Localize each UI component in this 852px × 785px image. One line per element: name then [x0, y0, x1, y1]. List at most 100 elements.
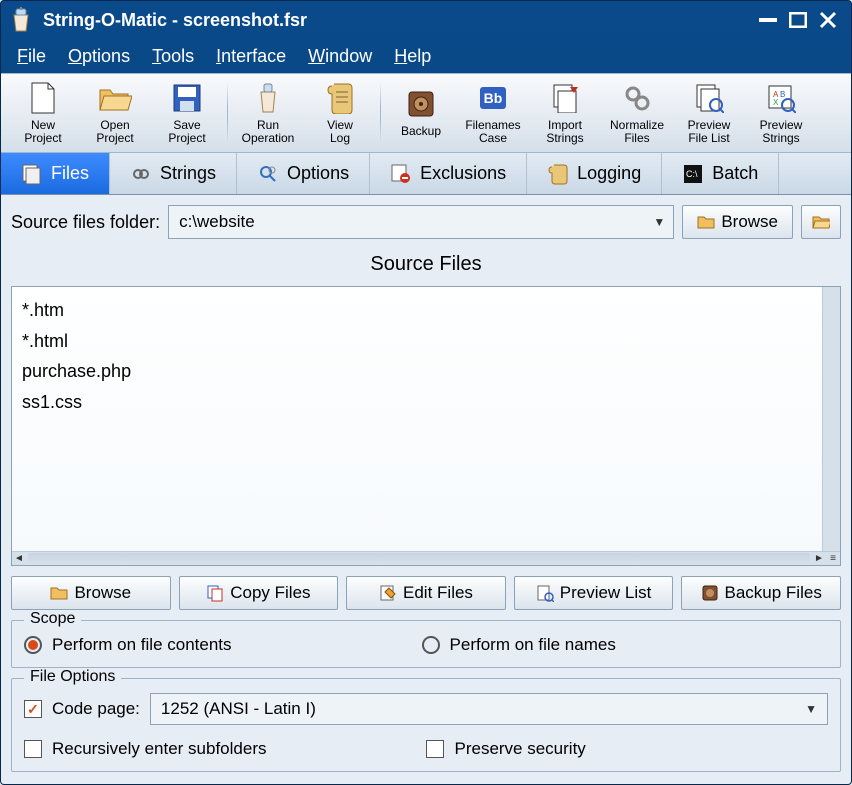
toolbar-preview-strings[interactable]: ABX Preview Strings	[745, 75, 817, 151]
preview-list-icon	[692, 81, 726, 115]
menu-file[interactable]: File	[9, 42, 54, 71]
chain-icon	[130, 163, 152, 185]
files-icon	[21, 163, 43, 185]
file-options-legend: File Options	[24, 668, 121, 686]
scroll-left-icon[interactable]: ◄	[12, 552, 26, 566]
preview-list-button[interactable]: Preview List	[514, 576, 674, 610]
preview-strings-icon: ABX	[764, 81, 798, 115]
preview-icon	[536, 584, 554, 602]
chevron-down-icon: ▼	[653, 215, 665, 229]
grip-icon: ≡	[826, 552, 840, 566]
tab-exclusions[interactable]: Exclusions	[370, 153, 527, 194]
gear-search-icon	[257, 163, 279, 185]
radio-icon	[24, 636, 42, 654]
toolbar-save-project[interactable]: Save Project	[151, 75, 223, 151]
list-item[interactable]: *.html	[22, 326, 812, 357]
backup-icon	[701, 584, 719, 602]
browse-folder-button[interactable]: Browse	[682, 205, 793, 239]
checkbox-icon	[24, 740, 42, 758]
menu-options[interactable]: Options	[60, 42, 138, 71]
menu-tools[interactable]: Tools	[144, 42, 202, 71]
maximize-button[interactable]	[783, 7, 813, 33]
checkbox-recursive[interactable]: Recursively enter subfolders	[24, 739, 266, 759]
new-project-icon	[26, 81, 60, 115]
list-item[interactable]: ss1.css	[22, 387, 812, 418]
copy-icon	[206, 584, 224, 602]
list-item[interactable]: purchase.php	[22, 356, 812, 387]
source-folder-combo[interactable]: c:\website ▼	[168, 205, 674, 239]
menu-interface[interactable]: Interface	[208, 42, 294, 71]
toolbar-open-project[interactable]: Open Project	[79, 75, 151, 151]
scroll-icon	[547, 163, 569, 185]
source-folder-label: Source files folder:	[11, 212, 160, 233]
app-icon	[9, 6, 33, 34]
vertical-scrollbar[interactable]	[822, 287, 840, 551]
file-actions-row: Browse Copy Files Edit Files Preview Lis…	[11, 576, 841, 610]
folder-open-icon	[812, 213, 830, 231]
safe-icon	[404, 87, 438, 121]
scroll-icon	[323, 81, 357, 115]
folder-icon	[50, 584, 68, 602]
folder-open-button[interactable]	[801, 205, 841, 239]
terminal-icon: C:\	[682, 163, 704, 185]
tab-strings[interactable]: Strings	[110, 153, 237, 194]
file-list-body[interactable]: *.htm *.html purchase.php ss1.css	[12, 287, 822, 551]
tab-files[interactable]: Files	[1, 153, 110, 194]
chevron-down-icon: ▼	[805, 702, 817, 716]
tab-options[interactable]: Options	[237, 153, 370, 194]
edit-files-button[interactable]: Edit Files	[346, 576, 506, 610]
svg-text:C:\: C:\	[686, 169, 698, 179]
svg-text:Bb: Bb	[484, 90, 503, 106]
svg-text:X: X	[773, 98, 779, 107]
svg-text:B: B	[780, 90, 785, 99]
edit-icon	[379, 584, 397, 602]
source-files-list: *.htm *.html purchase.php ss1.css ◄ ► ≡	[11, 286, 841, 566]
toolbar-backup[interactable]: Backup	[385, 75, 457, 151]
checkbox-icon	[426, 740, 444, 758]
save-icon	[170, 81, 204, 115]
toolbar-new-project[interactable]: New Project	[7, 75, 79, 151]
radio-file-names[interactable]: Perform on file names	[422, 635, 616, 655]
toolbar-filenames-case[interactable]: Bb Filenames Case	[457, 75, 529, 151]
scope-legend: Scope	[24, 610, 81, 628]
toolbar-import-strings[interactable]: Import Strings	[529, 75, 601, 151]
scroll-right-icon[interactable]: ►	[812, 552, 826, 566]
tab-batch[interactable]: C:\ Batch	[662, 153, 779, 194]
toolbar-separator	[227, 83, 228, 143]
checkbox-code-page[interactable]	[24, 700, 42, 718]
checkbox-preserve-security[interactable]: Preserve security	[426, 739, 585, 759]
code-page-combo[interactable]: 1252 (ANSI - Latin I) ▼	[150, 693, 828, 725]
window-title: String-O-Matic - screenshot.fsr	[43, 10, 753, 31]
source-folder-row: Source files folder: c:\website ▼ Browse	[11, 205, 841, 239]
toolbar: New Project Open Project Save Project Ru…	[1, 73, 851, 153]
radio-file-contents[interactable]: Perform on file contents	[24, 635, 232, 655]
toolbar-view-log[interactable]: View Log	[304, 75, 376, 151]
tab-logging[interactable]: Logging	[527, 153, 662, 194]
run-icon	[251, 81, 285, 115]
minimize-button[interactable]	[753, 7, 783, 33]
app-window: String-O-Matic - screenshot.fsr File Opt…	[0, 0, 852, 785]
toolbar-run-operation[interactable]: Run Operation	[232, 75, 304, 151]
case-icon: Bb	[476, 81, 510, 115]
open-folder-icon	[98, 81, 132, 115]
toolbar-separator	[380, 83, 381, 143]
folder-icon	[697, 213, 715, 231]
browse-files-button[interactable]: Browse	[11, 576, 171, 610]
client-area: Source files folder: c:\website ▼ Browse…	[1, 195, 851, 784]
scope-fieldset: Scope Perform on file contents Perform o…	[11, 620, 841, 668]
horizontal-scrollbar[interactable]: ◄ ► ≡	[12, 551, 840, 565]
menu-window[interactable]: Window	[300, 42, 380, 71]
list-item[interactable]: *.htm	[22, 295, 812, 326]
menu-bar: File Options Tools Interface Window Help	[1, 39, 851, 73]
file-options-fieldset: File Options Code page: 1252 (ANSI - Lat…	[11, 678, 841, 772]
import-icon	[548, 81, 582, 115]
toolbar-preview-filelist[interactable]: Preview File List	[673, 75, 745, 151]
radio-icon	[422, 636, 440, 654]
backup-files-button[interactable]: Backup Files	[681, 576, 841, 610]
copy-files-button[interactable]: Copy Files	[179, 576, 339, 610]
code-page-label: Code page:	[52, 699, 140, 719]
close-button[interactable]	[813, 7, 843, 33]
menu-help[interactable]: Help	[386, 42, 439, 71]
tab-strip: Files Strings Options Exclusions Logging…	[1, 153, 851, 195]
toolbar-normalize-files[interactable]: Normalize Files	[601, 75, 673, 151]
